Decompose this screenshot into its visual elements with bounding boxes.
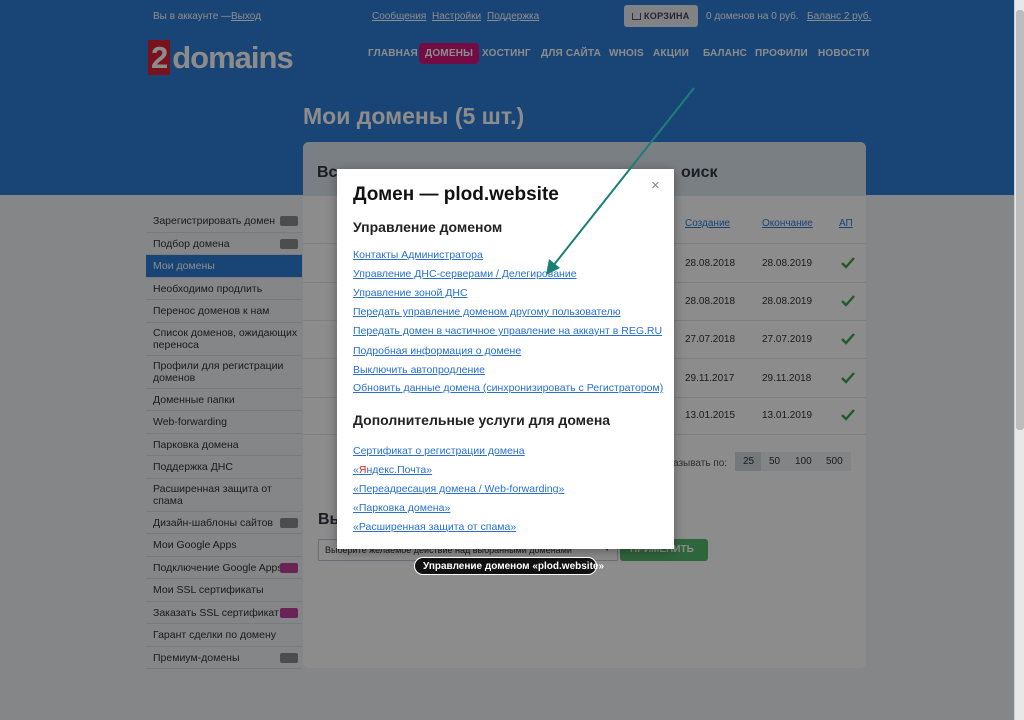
page-scrollbar[interactable] bbox=[1014, 0, 1024, 720]
link-admin-contacts[interactable]: Контакты Администратора bbox=[353, 249, 483, 261]
link-partial-control[interactable]: Передать домен в частичное управление на… bbox=[353, 325, 662, 337]
close-icon[interactable]: × bbox=[651, 177, 660, 194]
scrollbar-thumb[interactable] bbox=[1016, 10, 1024, 430]
link-disable-autorenew[interactable]: Выключить автопродление bbox=[353, 364, 485, 376]
link-forwarding[interactable]: «Переадресация домена / Web-forwarding» bbox=[353, 483, 564, 495]
link-transfer-user[interactable]: Передать управление доменом другому поль… bbox=[353, 306, 621, 318]
domain-modal: Домен — plod.website × Управление домено… bbox=[337, 169, 674, 549]
domain-tooltip: Управление доменом «plod.website» bbox=[414, 557, 604, 575]
link-dns-zone[interactable]: Управление зоной ДНС bbox=[353, 287, 468, 299]
section-domain-management: Управление доменом bbox=[353, 219, 503, 235]
link-sync-registrar[interactable]: Обновить данные домена (синхронизировать… bbox=[353, 382, 663, 394]
link-spam-protection[interactable]: «Расширенная защита от спама» bbox=[353, 521, 516, 533]
link-certificate[interactable]: Сертификат о регистрации домена bbox=[353, 445, 525, 457]
link-domain-info[interactable]: Подробная информация о домене bbox=[353, 345, 521, 357]
link-parking[interactable]: «Парковка домена» bbox=[353, 502, 450, 514]
section-extra-services: Дополнительные услуги для домена bbox=[353, 412, 611, 428]
modal-title: Домен — plod.website bbox=[353, 184, 559, 205]
link-yandex-mail[interactable]: «Яндекс.Почта» bbox=[353, 464, 432, 476]
link-dns-servers[interactable]: Управление ДНС-серверами / Делегирование bbox=[353, 268, 577, 280]
